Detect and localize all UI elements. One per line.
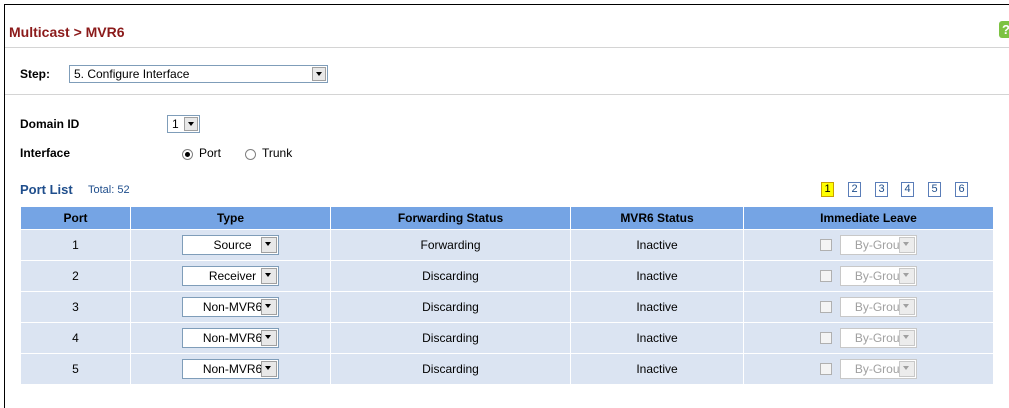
chevron-down-icon [899,330,915,346]
type-cell: Non-MVR6 [130,291,331,323]
chevron-down-icon [261,299,277,315]
type-select-value: Non-MVR6 [202,300,263,314]
table-header-row: Port Type Forwarding Status MVR6 Status … [20,206,994,230]
immediate-leave-checkbox[interactable] [820,239,832,251]
immediate-leave-select[interactable]: By-Group [840,235,917,255]
type-cell: Non-MVR6 [130,353,331,385]
immediate-leave-cell: By-Group [743,322,994,354]
table-row: 5 Non-MVR6 Discarding Inactive By-Group [20,353,994,385]
port-cell: 2 [20,260,131,292]
type-select[interactable]: Non-MVR6 [182,359,279,379]
forwarding-status-cell: Discarding [330,322,571,354]
type-select-value: Receiver [208,269,257,283]
table-row: 1 Source Forwarding Inactive By-Group [20,229,994,261]
column-header-immediate-leave: Immediate Leave [743,206,994,230]
immediate-leave-checkbox[interactable] [820,332,832,344]
type-cell: Receiver [130,260,331,292]
type-cell: Non-MVR6 [130,322,331,354]
page-link-2[interactable]: 2 [848,182,861,197]
mvr6-status-cell: Inactive [570,291,744,323]
interface-trunk-label: Trunk [262,146,293,160]
port-cell: 3 [20,291,131,323]
type-select[interactable]: Non-MVR6 [182,328,279,348]
immediate-leave-cell: By-Group [743,229,994,261]
table-row: 2 Receiver Discarding Inactive By-Group [20,260,994,292]
domain-id-value: 1 [172,117,179,131]
chevron-down-icon [261,268,277,284]
page-title: Multicast > MVR6 [9,24,125,40]
port-table: Port Type Forwarding Status MVR6 Status … [20,206,994,385]
table-row: 3 Non-MVR6 Discarding Inactive By-Group [20,291,994,323]
page-link-1[interactable]: 1 [821,182,834,197]
chevron-down-icon [312,67,326,81]
column-header-forwarding-status: Forwarding Status [330,206,571,230]
table-row: 4 Non-MVR6 Discarding Inactive By-Group [20,322,994,354]
chevron-down-icon [261,361,277,377]
immediate-leave-checkbox[interactable] [820,301,832,313]
forwarding-status-cell: Discarding [330,291,571,323]
question-icon[interactable]: ? [999,21,1009,38]
forwarding-status-cell: Forwarding [330,229,571,261]
step-select[interactable]: 5. Configure Interface [69,65,328,83]
port-cell: 5 [20,353,131,385]
type-select[interactable]: Receiver [182,266,279,286]
step-select-value: 5. Configure Interface [74,67,190,81]
immediate-leave-cell: By-Group [743,291,994,323]
mvr6-status-cell: Inactive [570,260,744,292]
immediate-leave-checkbox[interactable] [820,363,832,375]
immediate-leave-select[interactable]: By-Group [840,359,917,379]
port-list-total: Total: 52 [88,184,130,196]
port-cell: 1 [20,229,131,261]
type-select-value: Non-MVR6 [202,331,263,345]
forwarding-status-cell: Discarding [330,353,571,385]
domain-id-select[interactable]: 1 [167,115,200,133]
type-select[interactable]: Non-MVR6 [182,297,279,317]
immediate-leave-checkbox[interactable] [820,270,832,282]
type-select-value: Non-MVR6 [202,362,263,376]
interface-port-radio[interactable] [182,149,193,160]
immediate-leave-cell: By-Group [743,353,994,385]
immediate-leave-select[interactable]: By-Group [840,328,917,348]
interface-port-label: Port [199,146,222,160]
column-header-mvr6-status: MVR6 Status [570,206,744,230]
domain-id-label: Domain ID [20,117,80,131]
mvr6-status-cell: Inactive [570,322,744,354]
step-label: Step: [20,67,50,81]
type-select-value: Source [213,238,252,252]
port-list-title: Port List [20,182,73,197]
column-header-port: Port [20,206,131,230]
port-cell: 4 [20,322,131,354]
type-cell: Source [130,229,331,261]
page-link-3[interactable]: 3 [875,182,888,197]
chevron-down-icon [899,268,915,284]
interface-trunk-radio[interactable] [245,149,256,160]
immediate-leave-cell: By-Group [743,260,994,292]
mvr6-status-cell: Inactive [570,353,744,385]
forwarding-status-cell: Discarding [330,260,571,292]
type-select[interactable]: Source [182,235,279,255]
column-header-type: Type [130,206,331,230]
chevron-down-icon [899,237,915,253]
immediate-leave-select[interactable]: By-Group [840,297,917,317]
title-divider [5,47,1009,48]
page-link-4[interactable]: 4 [901,182,914,197]
chevron-down-icon [899,299,915,315]
page-link-6[interactable]: 6 [955,182,968,197]
chevron-down-icon [899,361,915,377]
immediate-leave-select[interactable]: By-Group [840,266,917,286]
chevron-down-icon [184,117,198,131]
page-link-5[interactable]: 5 [928,182,941,197]
mvr6-status-cell: Inactive [570,229,744,261]
step-divider [5,94,1009,95]
interface-label: Interface [20,146,71,160]
chevron-down-icon [261,330,277,346]
chevron-down-icon [261,237,277,253]
